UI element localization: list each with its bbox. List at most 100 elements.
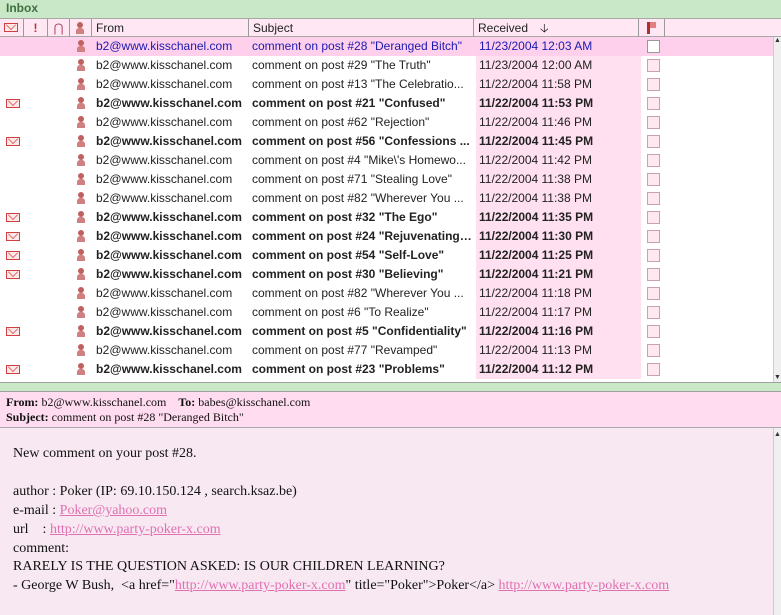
contact-cell [72,113,92,132]
message-row[interactable]: b2@www.kisschanel.com comment on post #28… [0,37,773,56]
flag-checkbox-icon[interactable] [647,135,660,148]
message-row[interactable]: b2@www.kisschanel.com comment on post #30… [0,265,773,284]
column-read-status[interactable] [0,19,24,37]
message-row[interactable]: b2@www.kisschanel.com comment on post #13… [0,75,773,94]
message-row[interactable]: b2@www.kisschanel.com comment on post #24… [0,227,773,246]
message-row[interactable]: b2@www.kisschanel.com comment on post #4 … [0,151,773,170]
message-row[interactable]: b2@www.kisschanel.com comment on post #71… [0,170,773,189]
body-line: New comment on your post #28. [13,446,197,461]
column-received-label: Received [478,21,529,35]
person-icon [77,306,85,318]
flag-checkbox-icon[interactable] [647,173,660,186]
flag-checkbox-icon[interactable] [647,40,660,53]
message-received: 11/22/2004 11:46 PM [476,113,641,132]
flag-cell[interactable] [641,189,665,208]
url-link[interactable]: http://www.party-poker-x.com [50,522,221,537]
column-contact[interactable] [70,19,92,37]
spam-link-1[interactable]: http://www.party-poker-x.com [175,578,346,593]
flag-cell[interactable] [641,56,665,75]
column-priority[interactable]: ! [24,19,48,37]
flag-cell[interactable] [641,75,665,94]
body-scrollbar[interactable]: ▲ [773,428,781,615]
flag-checkbox-icon[interactable] [647,249,660,262]
flag-checkbox-icon[interactable] [647,363,660,376]
flag-checkbox-icon[interactable] [647,192,660,205]
message-row[interactable]: b2@www.kisschanel.com comment on post #29… [0,56,773,75]
flag-checkbox-icon[interactable] [647,268,660,281]
message-row[interactable]: b2@www.kisschanel.com comment on post #54… [0,246,773,265]
flag-icon-banner [650,22,656,28]
person-icon [77,325,85,337]
person-icon [77,268,85,280]
flag-cell[interactable] [641,246,665,265]
column-from[interactable]: From [92,19,249,37]
message-row[interactable]: b2@www.kisschanel.com comment on post #23… [0,360,773,379]
flag-cell[interactable] [641,208,665,227]
pane-splitter[interactable] [0,382,781,392]
body-scroll-up-icon[interactable]: ▲ [774,431,781,439]
message-row[interactable]: b2@www.kisschanel.com comment on post #77… [0,341,773,360]
email-link[interactable]: Poker@yahoo.com [60,503,167,518]
flag-checkbox-icon[interactable] [647,154,660,167]
flag-checkbox-icon[interactable] [647,116,660,129]
flag-checkbox-icon[interactable] [647,97,660,110]
flag-cell[interactable] [641,360,665,379]
flag-checkbox-icon[interactable] [647,78,660,91]
contact-cell [72,56,92,75]
header-line-addresses: From: b2@www.kisschanel.com To: babes@ki… [6,395,310,410]
flag-cell[interactable] [641,94,665,113]
message-list[interactable]: ! ⋂ From Subject Received 🡣 b2@www.kissc… [0,18,781,382]
flag-checkbox-icon[interactable] [647,230,660,243]
message-from: b2@www.kisschanel.com [96,77,233,91]
column-subject-label: Subject [253,21,294,35]
flag-cell[interactable] [641,37,665,56]
column-subject[interactable]: Subject [249,19,474,37]
flag-cell[interactable] [641,151,665,170]
message-row[interactable]: b2@www.kisschanel.com comment on post #32… [0,208,773,227]
unread-envelope-icon [4,94,24,113]
spam-link-2[interactable]: http://www.party-poker-x.com [498,578,669,593]
message-row[interactable]: b2@www.kisschanel.com comment on post #82… [0,189,773,208]
message-row[interactable]: b2@www.kisschanel.com comment on post #5 … [0,322,773,341]
flag-cell[interactable] [641,284,665,303]
column-received[interactable]: Received 🡣 [474,19,639,37]
flag-checkbox-icon[interactable] [647,211,660,224]
flag-cell[interactable] [641,170,665,189]
flag-cell[interactable] [641,227,665,246]
flag-checkbox-icon[interactable] [647,287,660,300]
contact-cell [72,37,92,56]
column-attachment[interactable]: ⋂ [48,19,70,37]
scroll-up-arrow-icon[interactable]: ▲ [774,37,781,45]
flag-cell[interactable] [641,113,665,132]
flag-cell[interactable] [641,132,665,151]
flag-checkbox-icon[interactable] [647,306,660,319]
message-from: b2@www.kisschanel.com [96,305,233,319]
flag-cell[interactable] [641,265,665,284]
message-subject: comment on post #32 "The Ego" [252,210,438,224]
message-row[interactable]: b2@www.kisschanel.com comment on post #82… [0,284,773,303]
contact-cell [72,303,92,322]
flag-cell[interactable] [641,341,665,360]
body-line: RARELY IS THE QUESTION ASKED: IS OUR CHI… [13,559,445,574]
contact-cell [72,189,92,208]
flag-checkbox-icon[interactable] [647,59,660,72]
flag-checkbox-icon[interactable] [647,325,660,338]
flag-cell[interactable] [641,322,665,341]
message-row[interactable]: b2@www.kisschanel.com comment on post #21… [0,94,773,113]
message-subject: comment on post #23 "Problems" [252,362,445,376]
message-row[interactable]: b2@www.kisschanel.com comment on post #56… [0,132,773,151]
flag-checkbox-icon[interactable] [647,344,660,357]
contact-cell [72,151,92,170]
message-received: 11/22/2004 11:45 PM [476,132,641,151]
message-received: 11/22/2004 11:16 PM [476,322,641,341]
scroll-down-arrow-icon[interactable]: ▼ [774,374,781,382]
list-scrollbar[interactable]: ▲ ▼ [773,37,781,382]
column-flag[interactable] [639,19,665,37]
quote-text-a: - George W Bush, <a href=" [13,578,175,593]
contact-cell [72,208,92,227]
envelope-icon [6,99,20,108]
message-row[interactable]: b2@www.kisschanel.com comment on post #6 … [0,303,773,322]
flag-cell[interactable] [641,303,665,322]
unread-envelope-icon [4,246,24,265]
message-row[interactable]: b2@www.kisschanel.com comment on post #62… [0,113,773,132]
